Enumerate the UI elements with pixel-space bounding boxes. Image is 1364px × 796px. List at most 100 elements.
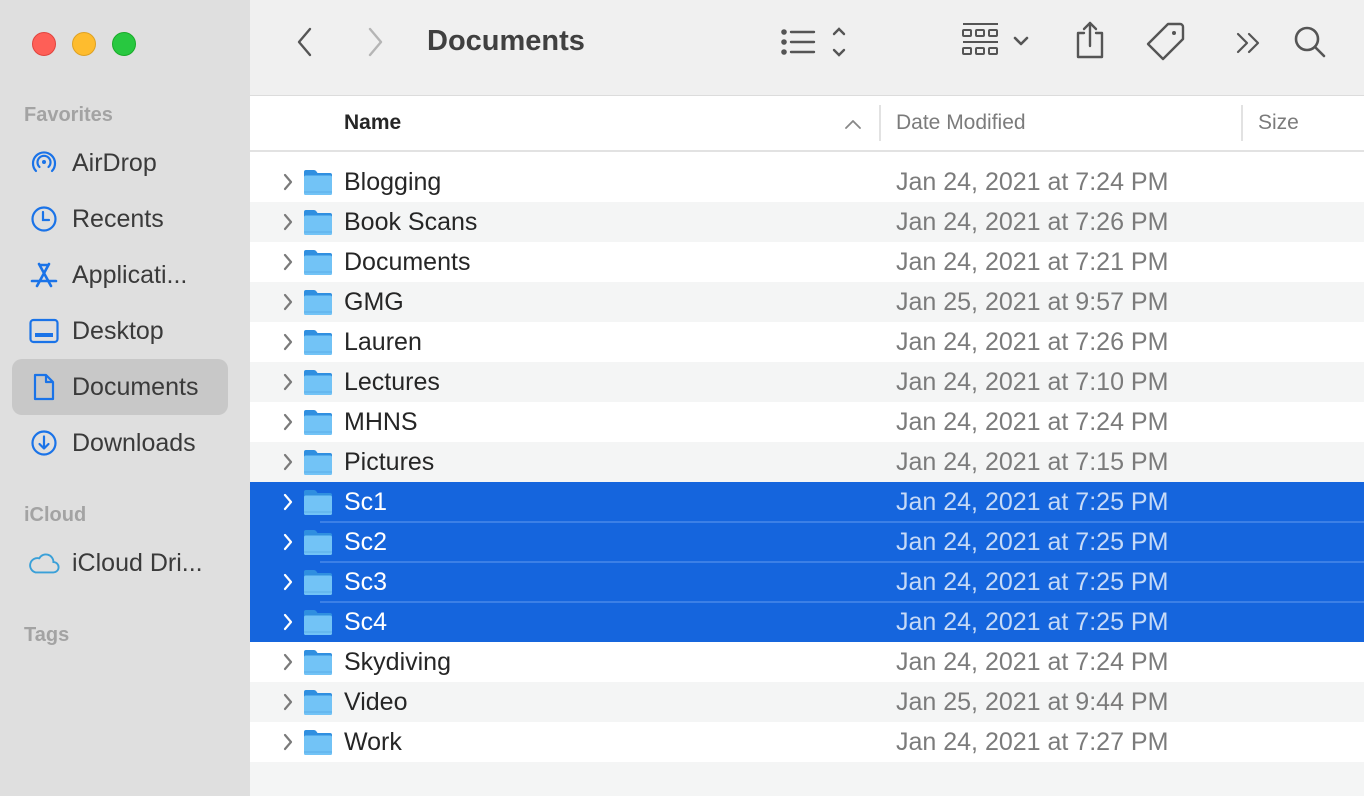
sidebar-item-recents[interactable]: Recents: [12, 191, 228, 247]
disclosure-chevron-icon[interactable]: [278, 330, 298, 354]
disclosure-chevron-icon[interactable]: [278, 290, 298, 314]
file-row[interactable]: Sc2 Jan 24, 2021 at 7:25 PM: [250, 521, 1364, 562]
file-row[interactable]: Sc1 Jan 24, 2021 at 7:25 PM: [250, 482, 1364, 522]
column-header-name[interactable]: Name: [344, 111, 401, 135]
column-header-size[interactable]: Size: [1258, 111, 1299, 135]
date-modified: Jan 24, 2021 at 7:15 PM: [896, 447, 1169, 476]
sidebar-section-favorites: Favorites: [24, 104, 113, 126]
search-button[interactable]: [1290, 24, 1330, 64]
date-modified: Jan 24, 2021 at 7:21 PM: [896, 247, 1169, 276]
disclosure-chevron-icon[interactable]: [278, 250, 298, 274]
file-row[interactable]: Lauren Jan 24, 2021 at 7:26 PM: [250, 322, 1364, 362]
sidebar: Favorites AirDrop Recents Applicati... D…: [0, 0, 250, 796]
window-title: Documents: [427, 25, 585, 57]
file-name: Work: [344, 727, 402, 756]
tag-icon: [1146, 21, 1186, 66]
file-row[interactable]: Book Scans Jan 24, 2021 at 7:26 PM: [250, 202, 1364, 242]
document-icon: [28, 371, 60, 403]
sidebar-section-tags: Tags: [24, 624, 70, 646]
sidebar-item-label: iCloud Dri...: [72, 548, 203, 577]
file-name: Skydiving: [344, 647, 451, 676]
folder-icon: [303, 648, 333, 676]
file-name: Pictures: [344, 447, 435, 476]
folder-icon: [303, 248, 333, 276]
disclosure-chevron-icon[interactable]: [278, 650, 298, 674]
folder-icon: [303, 488, 333, 516]
sidebar-item-icloud-drive[interactable]: iCloud Dri...: [12, 535, 228, 591]
toolbar: Documents: [250, 0, 1364, 96]
search-icon: [1292, 24, 1328, 65]
disclosure-chevron-icon[interactable]: [278, 210, 298, 234]
file-name: Sc4: [344, 607, 388, 636]
file-row[interactable]: Work Jan 24, 2021 at 7:27 PM: [250, 722, 1364, 762]
sidebar-item-label: AirDrop: [72, 148, 157, 177]
folder-icon: [303, 208, 333, 236]
sidebar-item-label: Downloads: [72, 428, 196, 457]
sidebar-item-desktop[interactable]: Desktop: [12, 303, 228, 359]
file-row[interactable]: MHNS Jan 24, 2021 at 7:24 PM: [250, 402, 1364, 442]
file-row[interactable]: Lectures Jan 24, 2021 at 7:10 PM: [250, 362, 1364, 402]
folder-icon: [303, 168, 333, 196]
file-row[interactable]: GMG Jan 25, 2021 at 9:57 PM: [250, 282, 1364, 322]
file-name: MHNS: [344, 407, 418, 436]
forward-button[interactable]: [358, 24, 392, 64]
sidebar-item-applications[interactable]: Applicati...: [12, 247, 228, 303]
disclosure-chevron-icon[interactable]: [278, 490, 298, 514]
file-row[interactable]: Pictures Jan 24, 2021 at 7:15 PM: [250, 442, 1364, 482]
cloud-icon: [28, 547, 60, 579]
column-resize-handle[interactable]: [879, 105, 881, 141]
share-icon: [1073, 19, 1107, 66]
sidebar-item-downloads[interactable]: Downloads: [12, 415, 228, 471]
group-button[interactable]: [960, 20, 1036, 66]
folder-icon: [303, 608, 333, 636]
folder-icon: [303, 328, 333, 356]
share-button[interactable]: [1068, 20, 1112, 64]
file-name: Sc3: [344, 567, 388, 596]
sort-ascending-icon[interactable]: [844, 117, 862, 135]
date-modified: Jan 24, 2021 at 7:25 PM: [896, 567, 1169, 596]
desktop-icon: [28, 315, 60, 347]
disclosure-chevron-icon[interactable]: [278, 730, 298, 754]
file-name: Sc1: [344, 487, 388, 516]
file-row[interactable]: Documents Jan 24, 2021 at 7:21 PM: [250, 242, 1364, 282]
sidebar-item-airdrop[interactable]: AirDrop: [12, 135, 228, 191]
airdrop-icon: [28, 147, 60, 179]
disclosure-chevron-icon[interactable]: [278, 570, 298, 594]
disclosure-chevron-icon[interactable]: [278, 370, 298, 394]
date-modified: Jan 24, 2021 at 7:25 PM: [896, 607, 1169, 636]
close-window-button[interactable]: [32, 32, 56, 56]
zoom-window-button[interactable]: [112, 32, 136, 56]
date-modified: Jan 24, 2021 at 7:25 PM: [896, 487, 1169, 516]
more-toolbar-button[interactable]: [1232, 28, 1266, 62]
minimize-window-button[interactable]: [72, 32, 96, 56]
file-row[interactable]: Skydiving Jan 24, 2021 at 7:24 PM: [250, 642, 1364, 682]
column-header-date-modified[interactable]: Date Modified: [896, 111, 1026, 135]
sidebar-item-documents[interactable]: Documents: [12, 359, 228, 415]
disclosure-chevron-icon[interactable]: [278, 450, 298, 474]
file-name: Sc2: [344, 527, 388, 556]
tag-button[interactable]: [1144, 20, 1188, 66]
disclosure-chevron-icon[interactable]: [278, 610, 298, 634]
disclosure-chevron-icon[interactable]: [278, 410, 298, 434]
column-resize-handle[interactable]: [1241, 105, 1243, 141]
disclosure-chevron-icon[interactable]: [278, 530, 298, 554]
disclosure-chevron-icon[interactable]: [278, 170, 298, 194]
file-name: Book Scans: [344, 207, 478, 236]
file-name: Documents: [344, 247, 471, 276]
file-row[interactable]: Sc3 Jan 24, 2021 at 7:25 PM: [250, 561, 1364, 602]
date-modified: Jan 24, 2021 at 7:24 PM: [896, 167, 1169, 196]
file-row[interactable]: Sc4 Jan 24, 2021 at 7:25 PM: [250, 601, 1364, 642]
disclosure-chevron-icon[interactable]: [278, 690, 298, 714]
file-name: Blogging: [344, 167, 442, 196]
folder-icon: [303, 688, 333, 716]
sidebar-item-label: Documents: [72, 372, 199, 401]
column-header-row: Name Date Modified Size: [250, 97, 1364, 152]
empty-list-area: [250, 762, 1364, 796]
back-icon: [295, 26, 315, 63]
forward-icon: [365, 26, 385, 63]
sidebar-item-label: Applicati...: [72, 260, 188, 289]
back-button[interactable]: [288, 24, 322, 64]
view-options-button[interactable]: [778, 24, 854, 64]
file-row[interactable]: Video Jan 25, 2021 at 9:44 PM: [250, 682, 1364, 722]
file-row[interactable]: Blogging Jan 24, 2021 at 7:24 PM: [250, 162, 1364, 202]
